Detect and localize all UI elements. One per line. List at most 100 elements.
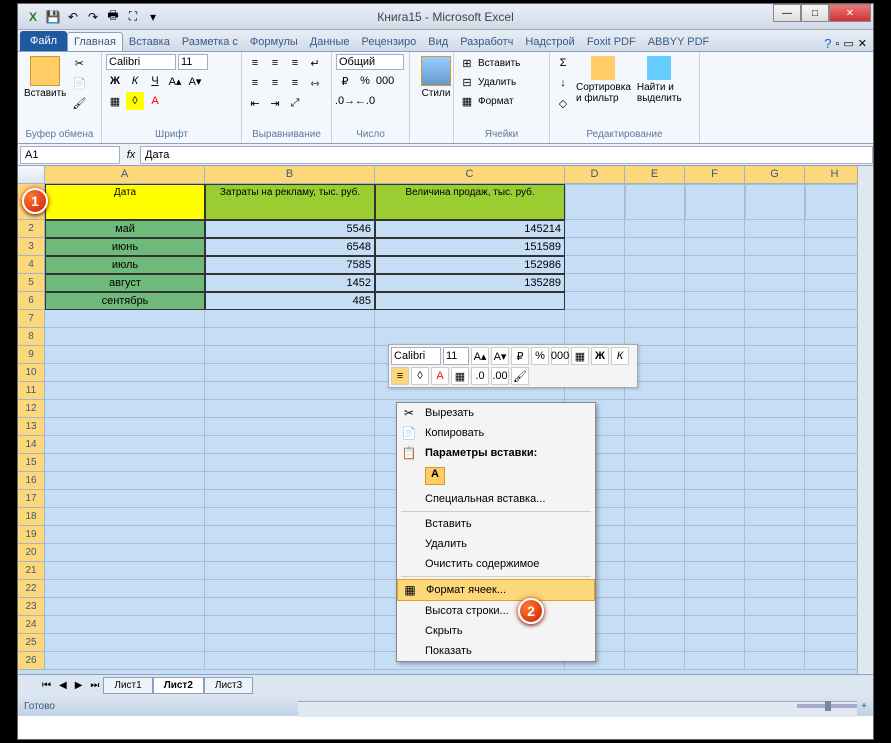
cell[interactable] bbox=[685, 292, 745, 310]
mini-center-icon[interactable]: ≡ bbox=[391, 367, 409, 385]
cell[interactable] bbox=[205, 490, 375, 508]
cell[interactable] bbox=[745, 562, 805, 580]
vertical-scrollbar[interactable] bbox=[857, 166, 873, 674]
indent-inc-icon[interactable]: ⇥ bbox=[266, 94, 284, 112]
mini-font-select[interactable] bbox=[391, 347, 441, 365]
row-head[interactable]: 8 bbox=[18, 328, 45, 346]
cell[interactable]: Величина продаж, тыс. руб. bbox=[375, 184, 565, 220]
mini-italic-icon[interactable]: К bbox=[611, 347, 629, 365]
cell[interactable] bbox=[745, 544, 805, 562]
mini-dec-dec-icon[interactable]: .00 bbox=[491, 367, 509, 385]
sheet-tab-3[interactable]: Лист3 bbox=[204, 677, 253, 694]
formula-input[interactable] bbox=[140, 146, 873, 164]
cell[interactable] bbox=[745, 454, 805, 472]
sheet-nav-next-icon[interactable]: ▶ bbox=[71, 680, 87, 691]
row-head[interactable]: 2 bbox=[18, 220, 45, 238]
fullscreen-icon[interactable]: ⛶ bbox=[124, 8, 142, 26]
cell[interactable] bbox=[625, 184, 685, 220]
format-painter-icon[interactable]: 🖌 bbox=[70, 94, 88, 112]
cell[interactable] bbox=[685, 598, 745, 616]
cell[interactable]: июнь bbox=[45, 238, 205, 256]
cell[interactable] bbox=[565, 238, 625, 256]
cell[interactable] bbox=[805, 616, 865, 634]
cell[interactable]: май bbox=[45, 220, 205, 238]
save-icon[interactable]: 💾 bbox=[44, 8, 62, 26]
cell[interactable] bbox=[685, 382, 745, 400]
cell[interactable] bbox=[745, 526, 805, 544]
cell[interactable] bbox=[205, 382, 375, 400]
row-head[interactable]: 3 bbox=[18, 238, 45, 256]
cell[interactable] bbox=[805, 508, 865, 526]
cell[interactable] bbox=[45, 526, 205, 544]
find-select-button[interactable]: Найти и выделить bbox=[635, 54, 684, 106]
insert-cells-label[interactable]: Вставить bbox=[478, 58, 520, 69]
sheet-tab-1[interactable]: Лист1 bbox=[103, 677, 152, 694]
cell[interactable] bbox=[805, 454, 865, 472]
cell[interactable] bbox=[45, 472, 205, 490]
mini-percent-icon[interactable]: % bbox=[531, 347, 549, 365]
cell[interactable] bbox=[685, 238, 745, 256]
cell[interactable] bbox=[805, 562, 865, 580]
orientation-icon[interactable]: ⤢ bbox=[286, 94, 304, 112]
row-head[interactable]: 11 bbox=[18, 382, 45, 400]
cell[interactable] bbox=[205, 562, 375, 580]
minimize-ribbon-icon[interactable]: ▫ bbox=[835, 38, 839, 50]
cell[interactable] bbox=[805, 598, 865, 616]
cell[interactable] bbox=[45, 490, 205, 508]
row-head[interactable]: 20 bbox=[18, 544, 45, 562]
cell[interactable] bbox=[45, 562, 205, 580]
cell[interactable] bbox=[685, 328, 745, 346]
cell[interactable] bbox=[565, 274, 625, 292]
cm-format-cells[interactable]: ▦Формат ячеек... bbox=[397, 579, 595, 601]
row-head[interactable]: 25 bbox=[18, 634, 45, 652]
cell[interactable] bbox=[625, 562, 685, 580]
col-head-e[interactable]: E bbox=[625, 166, 685, 183]
copy-icon[interactable]: 📄 bbox=[70, 74, 88, 92]
redo-icon[interactable]: ↷ bbox=[84, 8, 102, 26]
sort-filter-button[interactable]: Сортировка и фильтр bbox=[574, 54, 633, 106]
select-all-corner[interactable] bbox=[18, 166, 45, 183]
cell[interactable] bbox=[625, 436, 685, 454]
tab-data[interactable]: Данные bbox=[304, 33, 356, 51]
zoom-in-icon[interactable]: + bbox=[861, 701, 867, 712]
cell[interactable] bbox=[625, 400, 685, 418]
autosum-icon[interactable]: Σ bbox=[554, 54, 572, 72]
cell[interactable] bbox=[685, 184, 745, 220]
mini-bold-icon[interactable]: Ж bbox=[591, 347, 609, 365]
cell[interactable] bbox=[805, 526, 865, 544]
undo-icon[interactable]: ↶ bbox=[64, 8, 82, 26]
print-icon[interactable]: 🖶 bbox=[104, 8, 122, 26]
cell[interactable] bbox=[45, 508, 205, 526]
cell[interactable] bbox=[565, 256, 625, 274]
row-head[interactable]: 9 bbox=[18, 346, 45, 364]
cm-show[interactable]: Показать bbox=[397, 641, 595, 661]
cell[interactable] bbox=[745, 238, 805, 256]
cell[interactable] bbox=[805, 490, 865, 508]
cell[interactable] bbox=[805, 472, 865, 490]
dec-decimal-icon[interactable]: ←.0 bbox=[356, 92, 374, 110]
cm-row-height[interactable]: Высота строки... bbox=[397, 601, 595, 621]
cell[interactable] bbox=[205, 472, 375, 490]
cell[interactable] bbox=[805, 418, 865, 436]
format-cells-label[interactable]: Формат bbox=[478, 96, 514, 107]
fill-icon[interactable]: ↓ bbox=[554, 74, 572, 92]
cm-clear[interactable]: Очистить содержимое bbox=[397, 554, 595, 574]
cell[interactable] bbox=[625, 454, 685, 472]
cell[interactable] bbox=[805, 184, 865, 220]
font-name-select[interactable] bbox=[106, 54, 176, 70]
tab-foxit[interactable]: Foxit PDF bbox=[581, 33, 642, 51]
cell[interactable] bbox=[375, 292, 565, 310]
name-box[interactable] bbox=[20, 146, 120, 164]
zoom-slider[interactable] bbox=[797, 704, 857, 708]
cell[interactable] bbox=[805, 256, 865, 274]
mini-comma-icon[interactable]: 000 bbox=[551, 347, 569, 365]
cell[interactable] bbox=[685, 310, 745, 328]
cell[interactable] bbox=[745, 292, 805, 310]
cell[interactable] bbox=[685, 256, 745, 274]
grow-font-icon[interactable]: A▴ bbox=[166, 72, 184, 90]
cell[interactable] bbox=[805, 346, 865, 364]
cell[interactable] bbox=[685, 526, 745, 544]
cell[interactable] bbox=[45, 310, 205, 328]
row-head[interactable]: 16 bbox=[18, 472, 45, 490]
cell[interactable] bbox=[205, 436, 375, 454]
